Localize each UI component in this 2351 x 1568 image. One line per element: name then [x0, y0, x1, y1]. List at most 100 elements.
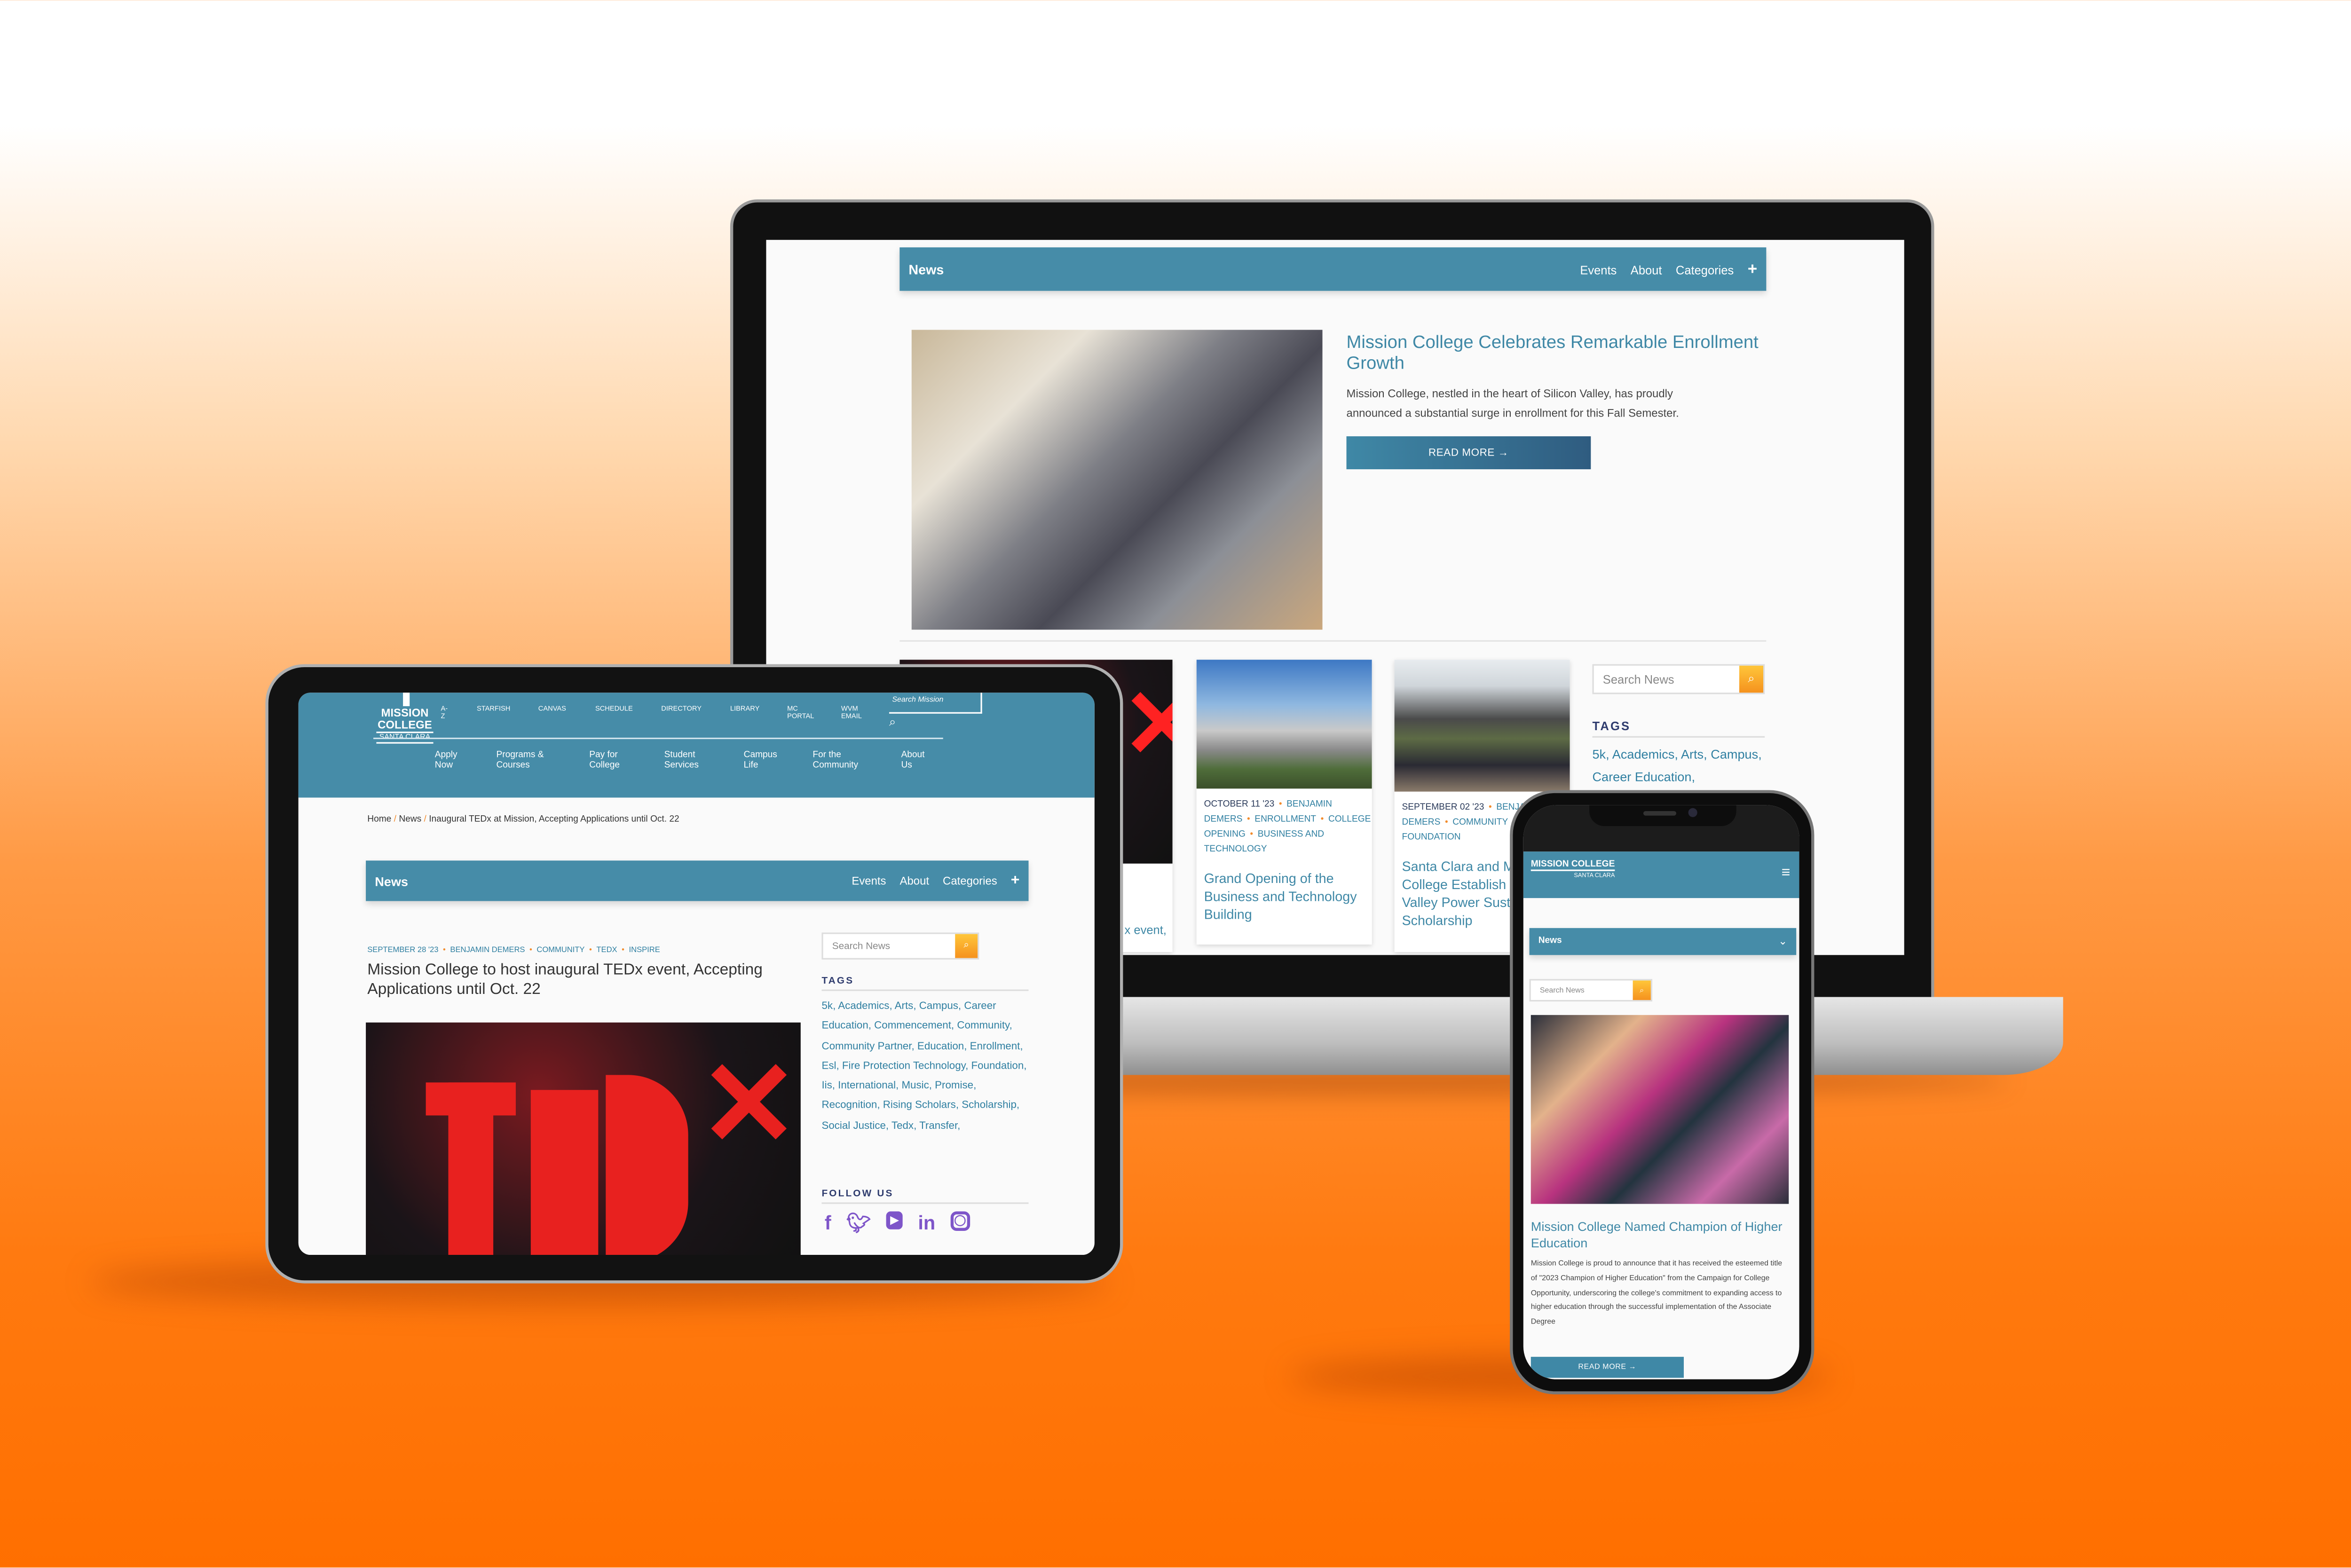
search-icon[interactable]: ⌕ — [1739, 665, 1764, 693]
facebook-icon[interactable]: f — [825, 1212, 831, 1236]
tag-link[interactable]: Rising Scholars — [883, 1101, 956, 1111]
search-icon[interactable]: ⌕ — [1633, 980, 1651, 1000]
meta-category[interactable]: INSPIRE — [629, 946, 660, 955]
tag-link[interactable]: Commencement — [874, 1022, 951, 1032]
article-title[interactable]: Mission College Named Champion of Higher… — [1531, 1219, 1786, 1252]
college-logo[interactable]: ||||||| MISSION COLLEGE SANTA CLARA — [376, 693, 434, 753]
search-icon[interactable]: ⌕ — [955, 934, 978, 958]
site-search-input[interactable]: Search Mission — [889, 693, 982, 714]
tag-link[interactable]: Iis — [821, 1081, 832, 1092]
nav-events[interactable]: Events — [852, 874, 886, 888]
tag-link[interactable]: Academics — [838, 1001, 889, 1012]
article-image[interactable] — [1531, 1015, 1789, 1204]
news-nav-title[interactable]: News — [375, 873, 408, 888]
hamburger-menu-icon[interactable]: ≡ — [1782, 865, 1791, 882]
youtube-icon[interactable]: ▶ — [886, 1211, 903, 1229]
feature-excerpt: Mission College, nestled in the heart of… — [1346, 386, 1679, 420]
main-nav-item[interactable]: Apply Now — [435, 751, 458, 771]
speaker — [1643, 811, 1677, 816]
tag-link[interactable]: Community Partner — [821, 1041, 911, 1052]
social-links: f 🐦︎ ▶ in ◯ — [825, 1211, 970, 1236]
tag-link[interactable]: Career Education — [1592, 769, 1691, 784]
search-input[interactable]: Search News — [823, 934, 955, 958]
twitter-icon[interactable]: 🐦︎ — [846, 1212, 871, 1236]
search-input[interactable]: Search News — [1594, 666, 1739, 693]
nav-about[interactable]: About — [1631, 263, 1662, 277]
tag-link[interactable]: Community — [957, 1022, 1009, 1032]
tag-link[interactable]: Esl — [821, 1061, 836, 1072]
news-nav-title[interactable]: News — [908, 261, 944, 276]
plus-icon[interactable]: + — [1011, 873, 1020, 889]
tag-link[interactable]: International — [838, 1081, 896, 1092]
meta-category[interactable]: COMMUNITY — [1452, 819, 1508, 827]
instagram-icon[interactable]: ◯ — [950, 1211, 970, 1231]
tag-link[interactable]: Academics — [1612, 747, 1675, 762]
tag-link[interactable]: Social Justice — [821, 1121, 885, 1132]
news-card[interactable]: OCTOBER 11 '23 • BENJAMIN DEMERS • ENROLLMEN… — [1196, 660, 1372, 945]
chevron-down-icon[interactable]: ⌄ — [1778, 936, 1787, 947]
tag-link[interactable]: 5k — [821, 1001, 833, 1012]
card-image — [1196, 660, 1372, 789]
nav-about[interactable]: About — [900, 874, 930, 888]
util-link[interactable]: MC PORTAL — [787, 705, 814, 720]
tedx-x-shape: ✕ — [698, 1037, 799, 1171]
main-nav-item[interactable]: Programs & Courses — [496, 751, 544, 771]
tag-link[interactable]: Fire Protection Technology — [842, 1061, 965, 1072]
linkedin-icon[interactable]: in — [918, 1212, 935, 1236]
news-navbar: News Events About Categories + — [366, 860, 1029, 901]
tag-link[interactable]: Campus — [919, 1001, 958, 1012]
logo-text: MISSION COLLEGE — [1531, 860, 1615, 871]
college-logo[interactable]: MISSION COLLEGE SANTA CLARA — [1531, 860, 1615, 879]
sunburst-icon: ||||||| — [402, 693, 411, 708]
main-nav-item[interactable]: Pay for College — [589, 751, 620, 771]
meta-category[interactable]: COLLEGE — [1328, 816, 1371, 825]
tag-link[interactable]: Arts — [895, 1001, 914, 1012]
nav-categories[interactable]: Categories — [943, 874, 997, 888]
breadcrumb-home[interactable]: Home — [367, 816, 391, 825]
tag-link[interactable]: Campus — [1711, 747, 1758, 762]
main-nav-item[interactable]: Student Services — [664, 751, 699, 771]
search-input[interactable]: Search News — [1531, 980, 1633, 1000]
read-more-button[interactable]: READ MORE → — [1531, 1356, 1684, 1378]
tag-link[interactable]: Foundation — [971, 1061, 1024, 1072]
plus-icon[interactable]: + — [1748, 260, 1758, 278]
tag-link[interactable]: Enrollment — [970, 1041, 1020, 1052]
news-navbar[interactable]: News ⌄ — [1529, 928, 1797, 955]
nav-categories[interactable]: Categories — [1676, 263, 1734, 277]
article-title: Mission College to host inaugural TEDx e… — [367, 961, 763, 998]
util-link[interactable]: DIRECTORY — [661, 705, 702, 712]
meta-category[interactable]: COMMUNITY — [536, 946, 584, 955]
util-link[interactable]: CANVAS — [538, 705, 566, 712]
util-link[interactable]: LIBRARY — [730, 705, 759, 712]
meta-category[interactable]: ENROLLMENT — [1254, 816, 1316, 825]
tag-link[interactable]: Music — [901, 1081, 929, 1092]
read-more-button[interactable]: READ MORE → — [1346, 436, 1591, 470]
main-nav-item[interactable]: For the Community — [813, 751, 858, 771]
tag-link[interactable]: Promise — [935, 1081, 973, 1092]
util-link[interactable]: STARFISH — [477, 705, 510, 712]
meta-category[interactable]: TEDX — [596, 946, 617, 955]
tag-link[interactable]: 5k — [1592, 747, 1606, 762]
meta-author[interactable]: BENJAMIN DEMERS — [450, 946, 525, 955]
breadcrumb-current: Inaugural TEDx at Mission, Accepting App… — [429, 815, 679, 825]
phone-screen: MISSION COLLEGE SANTA CLARA ≡ News ⌄ Sea… — [1523, 805, 1799, 1379]
util-link[interactable]: SCHEDULE — [595, 705, 633, 712]
feature-image[interactable] — [911, 330, 1323, 630]
tag-link[interactable]: Scholarship — [962, 1101, 1017, 1111]
main-nav-item[interactable]: Campus Life — [744, 751, 777, 771]
tedx-letter-shape — [530, 1090, 599, 1255]
feature-title[interactable]: Mission College Celebrates Remarkable En… — [1347, 331, 1774, 373]
breadcrumb-news[interactable]: News — [399, 816, 421, 825]
tag-link[interactable]: Arts — [1681, 747, 1704, 762]
card-title[interactable]: Grand Opening of the Business and Techno… — [1197, 858, 1372, 923]
main-nav-item[interactable]: About Us — [901, 751, 924, 771]
meta-category[interactable]: FOUNDATION — [1402, 831, 1461, 846]
search-icon[interactable]: ⌕ — [889, 715, 896, 730]
util-link[interactable]: WVM EMAIL — [841, 705, 862, 720]
tag-link[interactable]: Tedx — [891, 1121, 914, 1132]
tag-link[interactable]: Transfer — [919, 1121, 957, 1132]
nav-events[interactable]: Events — [1580, 263, 1617, 277]
util-link[interactable]: A- Z — [441, 705, 448, 720]
tag-link[interactable]: Recognition — [821, 1101, 877, 1111]
tag-link[interactable]: Education — [917, 1041, 964, 1052]
